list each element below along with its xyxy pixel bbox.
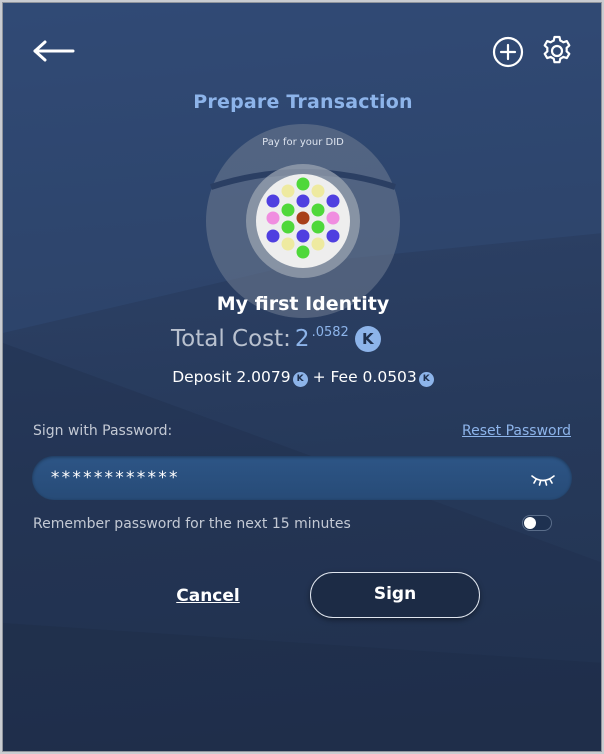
eye-closed-icon — [531, 475, 555, 486]
arrow-left-icon — [33, 40, 75, 62]
total-cost-integer: 2 — [294, 326, 310, 352]
sign-with-password-label: Sign with Password: — [33, 423, 173, 439]
settings-button[interactable] — [539, 33, 575, 69]
show-password-button[interactable] — [528, 469, 558, 489]
deposit-text: Deposit 2.0079 — [172, 368, 291, 386]
deposit-fee-line: Deposit 2.0079 K + Fee 0.0503 K — [3, 368, 601, 387]
fee-text: + Fee 0.0503 — [312, 368, 417, 386]
identity-name: My first Identity — [216, 293, 390, 315]
add-identity-button[interactable] — [491, 35, 525, 69]
cancel-button[interactable]: Cancel — [163, 581, 253, 611]
sign-button[interactable]: Sign — [310, 572, 480, 618]
remember-password-label: Remember password for the next 15 minute… — [33, 516, 351, 532]
page-title: Prepare Transaction — [193, 91, 413, 113]
password-field[interactable] — [32, 456, 572, 500]
total-cost: Total Cost: 2.0582 K — [171, 325, 381, 355]
identity-avatar — [206, 124, 400, 318]
kilt-coin-icon: K — [354, 326, 381, 352]
kilt-coin-icon: K — [418, 372, 434, 387]
remember-password-toggle[interactable] — [522, 515, 552, 531]
transaction-popup: Prepare Transaction Pay for your DID My … — [2, 2, 602, 752]
back-button[interactable] — [29, 35, 77, 67]
toggle-knob — [524, 517, 536, 529]
password-input[interactable] — [50, 464, 520, 492]
reset-password-link[interactable]: Reset Password — [462, 423, 571, 439]
total-cost-label: Total Cost: — [171, 326, 291, 352]
plus-circle-icon — [492, 36, 524, 68]
kilt-coin-icon: K — [292, 372, 308, 387]
total-cost-decimal: .0582 — [311, 325, 349, 340]
gear-icon — [543, 35, 571, 64]
pay-for-did-label: Pay for your DID — [262, 137, 344, 148]
